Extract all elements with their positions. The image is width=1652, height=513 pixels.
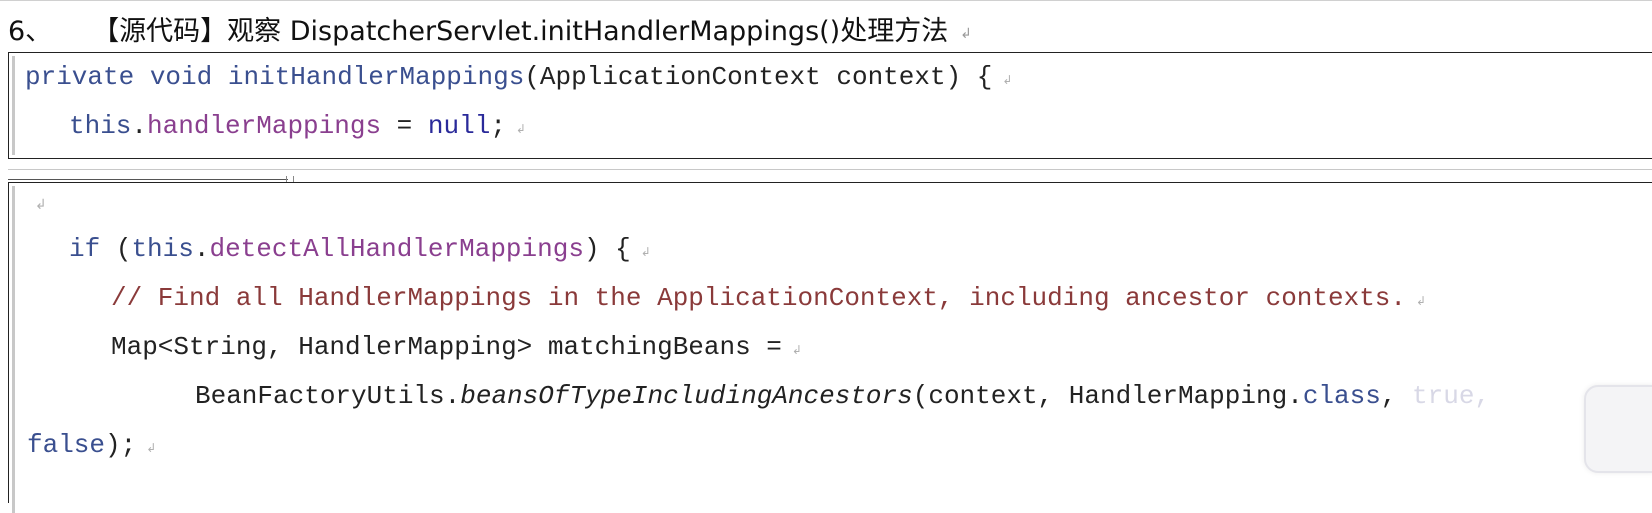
close-paren: ) { — [583, 234, 631, 264]
paragraph-mark-icon: ↲ — [515, 122, 526, 136]
code-line-if: if (this.detectAllHandlerMappings) { ↲ — [69, 231, 651, 267]
paragraph-mark-icon: ↲ — [791, 343, 802, 357]
keyword-false: false — [27, 430, 106, 460]
code-line-method-signature: private void initHandlerMappings(Applica… — [25, 59, 1012, 95]
keyword-null: null — [427, 111, 491, 141]
code-line-map-decl: Map<String, HandlerMapping> matchingBean… — [111, 329, 802, 365]
class-name: BeanFactoryUtils. — [195, 381, 461, 411]
keyword-void: void — [149, 62, 213, 92]
keyword-true: true, — [1412, 381, 1491, 411]
paragraph-mark-icon: ↲ — [1416, 294, 1427, 308]
code-gutter — [12, 56, 15, 155]
paragraph-mark-icon: ↲ — [1002, 73, 1013, 87]
page-break-rule — [8, 179, 288, 180]
assign-operator: = — [381, 111, 428, 141]
code-line-false: false); ↲ — [27, 427, 156, 463]
dot: . — [193, 234, 210, 264]
comment-text: // Find all HandlerMappings in the Appli… — [111, 283, 1407, 313]
keyword-class: class — [1302, 381, 1381, 411]
method-name: initHandlerMappings — [227, 62, 525, 92]
section-divider — [8, 169, 1652, 170]
static-method-name: beansOfTypeIncludingAncestors — [460, 381, 913, 411]
open-paren: ( — [100, 234, 132, 264]
section-title: 【源代码】观察 DispatcherServlet.initHandlerMap… — [92, 15, 949, 47]
method-params: (ApplicationContext context) { — [524, 62, 993, 92]
empty-line-paragraph-mark: ↲ — [35, 197, 47, 213]
field-detect-all: detectAllHandlerMappings — [209, 234, 584, 264]
close-call: ); — [105, 430, 137, 460]
code-line-beans-call: BeanFactoryUtils.beansOfTypeIncludingAnc… — [195, 378, 1490, 414]
top-divider — [0, 0, 1652, 1]
keyword-if: if — [69, 234, 101, 264]
keyword-private: private — [25, 62, 135, 92]
video-player-badge-icon[interactable] — [1584, 385, 1652, 473]
keyword-this: this — [131, 234, 194, 264]
field-handler-mappings: handlerMappings — [147, 111, 382, 141]
code-gutter — [12, 186, 15, 513]
paragraph-mark-icon: ↲ — [960, 26, 972, 42]
section-heading: 6、 【源代码】观察 DispatcherServlet.initHandler… — [8, 8, 972, 48]
map-declaration: Map<String, HandlerMapping> matchingBean… — [111, 332, 782, 362]
semicolon: ; — [490, 111, 506, 141]
paragraph-mark-icon: ↲ — [640, 245, 651, 259]
code-block-2: ↲ if (this.detectAllHandlerMappings) {↲ … — [8, 182, 1652, 513]
code-line-comment: // Find all HandlerMappings in the Appli… — [111, 280, 1426, 316]
code-line-reset-mappings: this.handlerMappings = null; ↲ — [69, 108, 526, 144]
section-number: 6、 — [8, 15, 53, 47]
keyword-this: this — [69, 111, 132, 141]
comma: , — [1380, 381, 1413, 411]
paragraph-mark-icon: ↲ — [146, 441, 157, 455]
code-block-1: private void initHandlerMappings(Applica… — [8, 52, 1652, 159]
call-args: (context, HandlerMapping. — [912, 381, 1303, 411]
dot: . — [131, 111, 148, 141]
